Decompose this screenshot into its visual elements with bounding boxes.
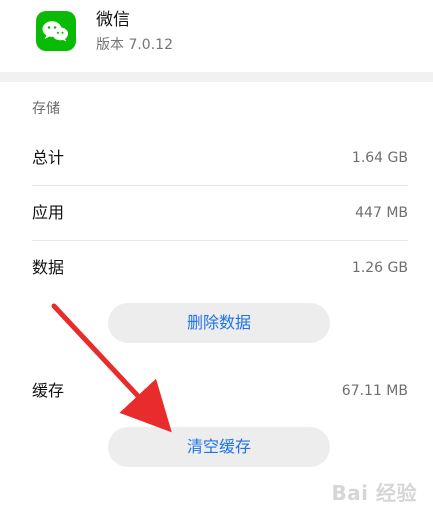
storage-data-value: 1.26 GB [351,260,408,276]
app-header: 微信 版本 7.0.12 [0,0,433,72]
storage-app-value: 447 MB [355,205,408,221]
cache-row: 缓存 67.11 MB [32,363,408,419]
storage-total-label: 总计 [32,148,65,167]
storage-row-data: 数据 1.26 GB [32,240,408,296]
storage-row-app: 应用 447 MB [32,185,408,241]
storage-app-label: 应用 [32,203,65,222]
wechat-icon [36,11,76,51]
watermark: Bai 经验 [331,481,417,505]
app-version: 版本 7.0.12 [96,37,173,53]
storage-total-value: 1.64 GB [351,150,408,166]
storage-section-title: 存储 [32,101,60,117]
cache-value: 67.11 MB [341,383,408,399]
cache-label: 缓存 [32,381,65,400]
app-name: 微信 [96,10,130,30]
clear-cache-button[interactable]: 清空缓存 [108,427,330,467]
storage-data-label: 数据 [32,258,65,277]
section-divider [0,72,433,82]
storage-row-total: 总计 1.64 GB [32,130,408,186]
delete-data-button[interactable]: 删除数据 [108,303,330,343]
